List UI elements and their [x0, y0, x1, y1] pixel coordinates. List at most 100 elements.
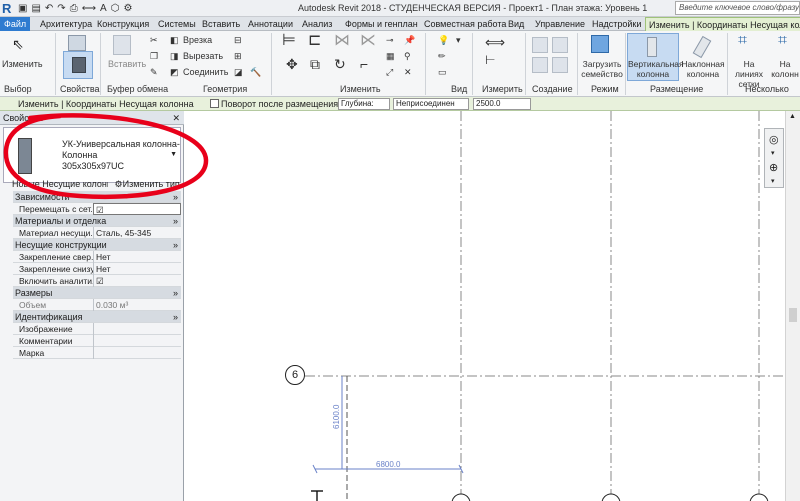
create-assembly-icon[interactable] — [532, 37, 548, 53]
paint-icon[interactable]: ◪ — [234, 67, 243, 78]
property-value[interactable]: Нет — [93, 251, 181, 263]
create-group-icon[interactable] — [532, 57, 548, 73]
type-selector[interactable]: УК-Универсальная колонна- Колонна 305x30… — [3, 127, 181, 183]
category-constraints[interactable]: Зависимости» — [13, 191, 181, 203]
tab-systems[interactable]: Системы — [158, 17, 196, 31]
measure-between-icon[interactable]: ⟺ — [485, 35, 505, 49]
print-icon[interactable]: ⎙ — [70, 2, 78, 16]
property-value[interactable] — [93, 335, 181, 347]
linework-icon[interactable]: ▭ — [438, 67, 447, 78]
redo-icon[interactable]: ↷ — [57, 2, 65, 16]
category-materials[interactable]: Материалы и отделка» — [13, 215, 181, 227]
property-value[interactable] — [93, 323, 181, 335]
tab-addins[interactable]: Надстройки — [592, 17, 641, 31]
property-value[interactable] — [93, 347, 181, 359]
cut-out-button[interactable]: Вырезать — [183, 51, 223, 62]
grid-bubble[interactable] — [749, 493, 769, 501]
modify-button[interactable]: Изменить — [2, 59, 43, 70]
grid-bubble[interactable] — [451, 493, 471, 501]
create-parts-icon[interactable] — [552, 37, 568, 53]
cursor-icon[interactable]: ⇖ — [12, 37, 26, 51]
property-value[interactable]: ☑ — [93, 275, 181, 287]
chevron-down-icon[interactable]: ▾ — [771, 149, 775, 157]
offset-input[interactable]: 2500.0 — [473, 98, 531, 110]
offset-icon[interactable]: ⊏ — [308, 33, 321, 49]
category-identity[interactable]: Идентификация» — [13, 311, 181, 323]
tab-insert[interactable]: Вставить — [202, 17, 240, 31]
tab-collaborate[interactable]: Совместная работа — [424, 17, 506, 31]
scroll-thumb[interactable] — [789, 308, 797, 322]
geometry-tool-icon[interactable]: ⊟ — [234, 35, 242, 46]
tab-modify-column-context[interactable]: Изменить | Координаты Несущая колонна — [645, 17, 800, 31]
cut-geometry-button[interactable]: Врезка — [183, 35, 212, 46]
at-columns-button[interactable]: На колонн — [770, 59, 800, 79]
zoom-icon[interactable]: ⊕ — [769, 161, 778, 174]
checkbox-box[interactable] — [210, 99, 219, 108]
dimension-horizontal[interactable]: 6800.0 — [376, 460, 400, 469]
text-icon[interactable]: A — [100, 2, 107, 16]
open-icon[interactable]: ▣ — [18, 2, 27, 16]
load-family-button[interactable]: Загрузить семейство — [580, 59, 624, 79]
tab-massing[interactable]: Формы и генплан — [345, 17, 418, 31]
copy-icon[interactable]: ❐ — [150, 51, 158, 62]
paste-icon[interactable] — [113, 35, 131, 55]
steering-wheel-icon[interactable]: ◎ — [769, 133, 779, 146]
wall-joins-icon[interactable]: ⊞ — [234, 51, 242, 62]
drawing-canvas[interactable]: 6 6800.0 6100.0 — [185, 111, 800, 501]
create-similar-icon[interactable] — [552, 57, 568, 73]
array-icon[interactable]: ▦ — [386, 51, 395, 62]
override-icon[interactable]: ✏ — [438, 51, 446, 62]
search-input[interactable]: Введите ключевое слово/фразу — [675, 1, 800, 15]
revit-logo-icon[interactable]: R — [2, 1, 14, 16]
at-grids-icon[interactable]: ⌗ — [738, 33, 747, 49]
level-select[interactable]: Неприсоединен — [393, 98, 469, 110]
copy-element-icon[interactable]: ⧉ — [310, 57, 320, 71]
close-icon[interactable]: ✕ — [172, 111, 180, 125]
mirror-axis-icon[interactable]: ⋈ — [334, 33, 350, 49]
at-columns-icon[interactable]: ⌗ — [778, 33, 787, 49]
instance-filter-dropdown[interactable]: Новые Несущие колонны — [12, 178, 108, 191]
scissors-icon[interactable]: ✂ — [150, 35, 158, 46]
tab-annotate[interactable]: Аннотации — [248, 17, 293, 31]
chevron-down-icon[interactable]: ▾ — [771, 177, 775, 185]
rotate-after-placement-checkbox[interactable]: Поворот после размещения — [210, 98, 338, 110]
tab-analyze[interactable]: Анализ — [302, 17, 332, 31]
slanted-column-icon[interactable] — [692, 35, 712, 59]
panel-select-label[interactable]: Выбор — [4, 83, 32, 96]
unpin-icon[interactable]: ⚲ — [404, 51, 411, 62]
tab-manage[interactable]: Управление — [535, 17, 585, 31]
pin-icon[interactable]: 📌 — [404, 35, 415, 46]
slanted-column-button[interactable]: Наклонная колонна — [681, 59, 725, 79]
hide-icon[interactable]: 💡 — [438, 35, 449, 46]
delete-icon[interactable]: ✕ — [404, 67, 412, 78]
property-value[interactable]: ☑ — [93, 203, 181, 215]
demolish-icon[interactable]: 🔨 — [250, 67, 261, 78]
settings-icon[interactable]: ⚙ — [123, 2, 132, 16]
tab-file[interactable]: Файл — [0, 17, 31, 31]
paste-button[interactable]: Вставить — [108, 59, 146, 70]
chevron-down-icon[interactable]: ▼ — [170, 151, 177, 158]
dimension-icon[interactable]: ⊢ — [485, 54, 495, 66]
split-icon[interactable]: ⊸ — [386, 35, 394, 46]
3d-view-icon[interactable]: ⬡ — [111, 2, 120, 16]
tab-view[interactable]: Вид — [508, 17, 524, 31]
rotate-icon[interactable]: ↻ — [334, 57, 346, 71]
load-family-icon[interactable] — [591, 35, 609, 53]
scale-icon[interactable]: ⤢ — [386, 67, 393, 78]
view-dropdown-icon[interactable]: ▾ — [456, 35, 461, 46]
edit-type-button[interactable]: ⚙Изменить тип — [115, 178, 180, 191]
undo-icon[interactable]: ↶ — [45, 2, 53, 16]
move-icon[interactable]: ✥ — [286, 57, 298, 71]
match-type-icon[interactable]: ✎ — [150, 67, 158, 78]
depth-select[interactable]: Глубина: — [338, 98, 390, 110]
dimension-vertical[interactable]: 6100.0 — [332, 405, 341, 429]
save-icon[interactable]: ▤ — [31, 2, 40, 16]
join-button[interactable]: Соединить — [183, 67, 228, 78]
grid-bubble[interactable] — [601, 493, 621, 501]
property-value[interactable]: Сталь, 45-345 — [93, 227, 181, 239]
tab-structure[interactable]: Конструкция — [97, 17, 149, 31]
property-value[interactable]: Нет — [93, 263, 181, 275]
category-structural[interactable]: Несущие конструкции» — [13, 239, 181, 251]
vertical-scrollbar[interactable]: ▲ — [785, 111, 800, 501]
trim-icon[interactable]: ⌐ — [360, 57, 368, 71]
